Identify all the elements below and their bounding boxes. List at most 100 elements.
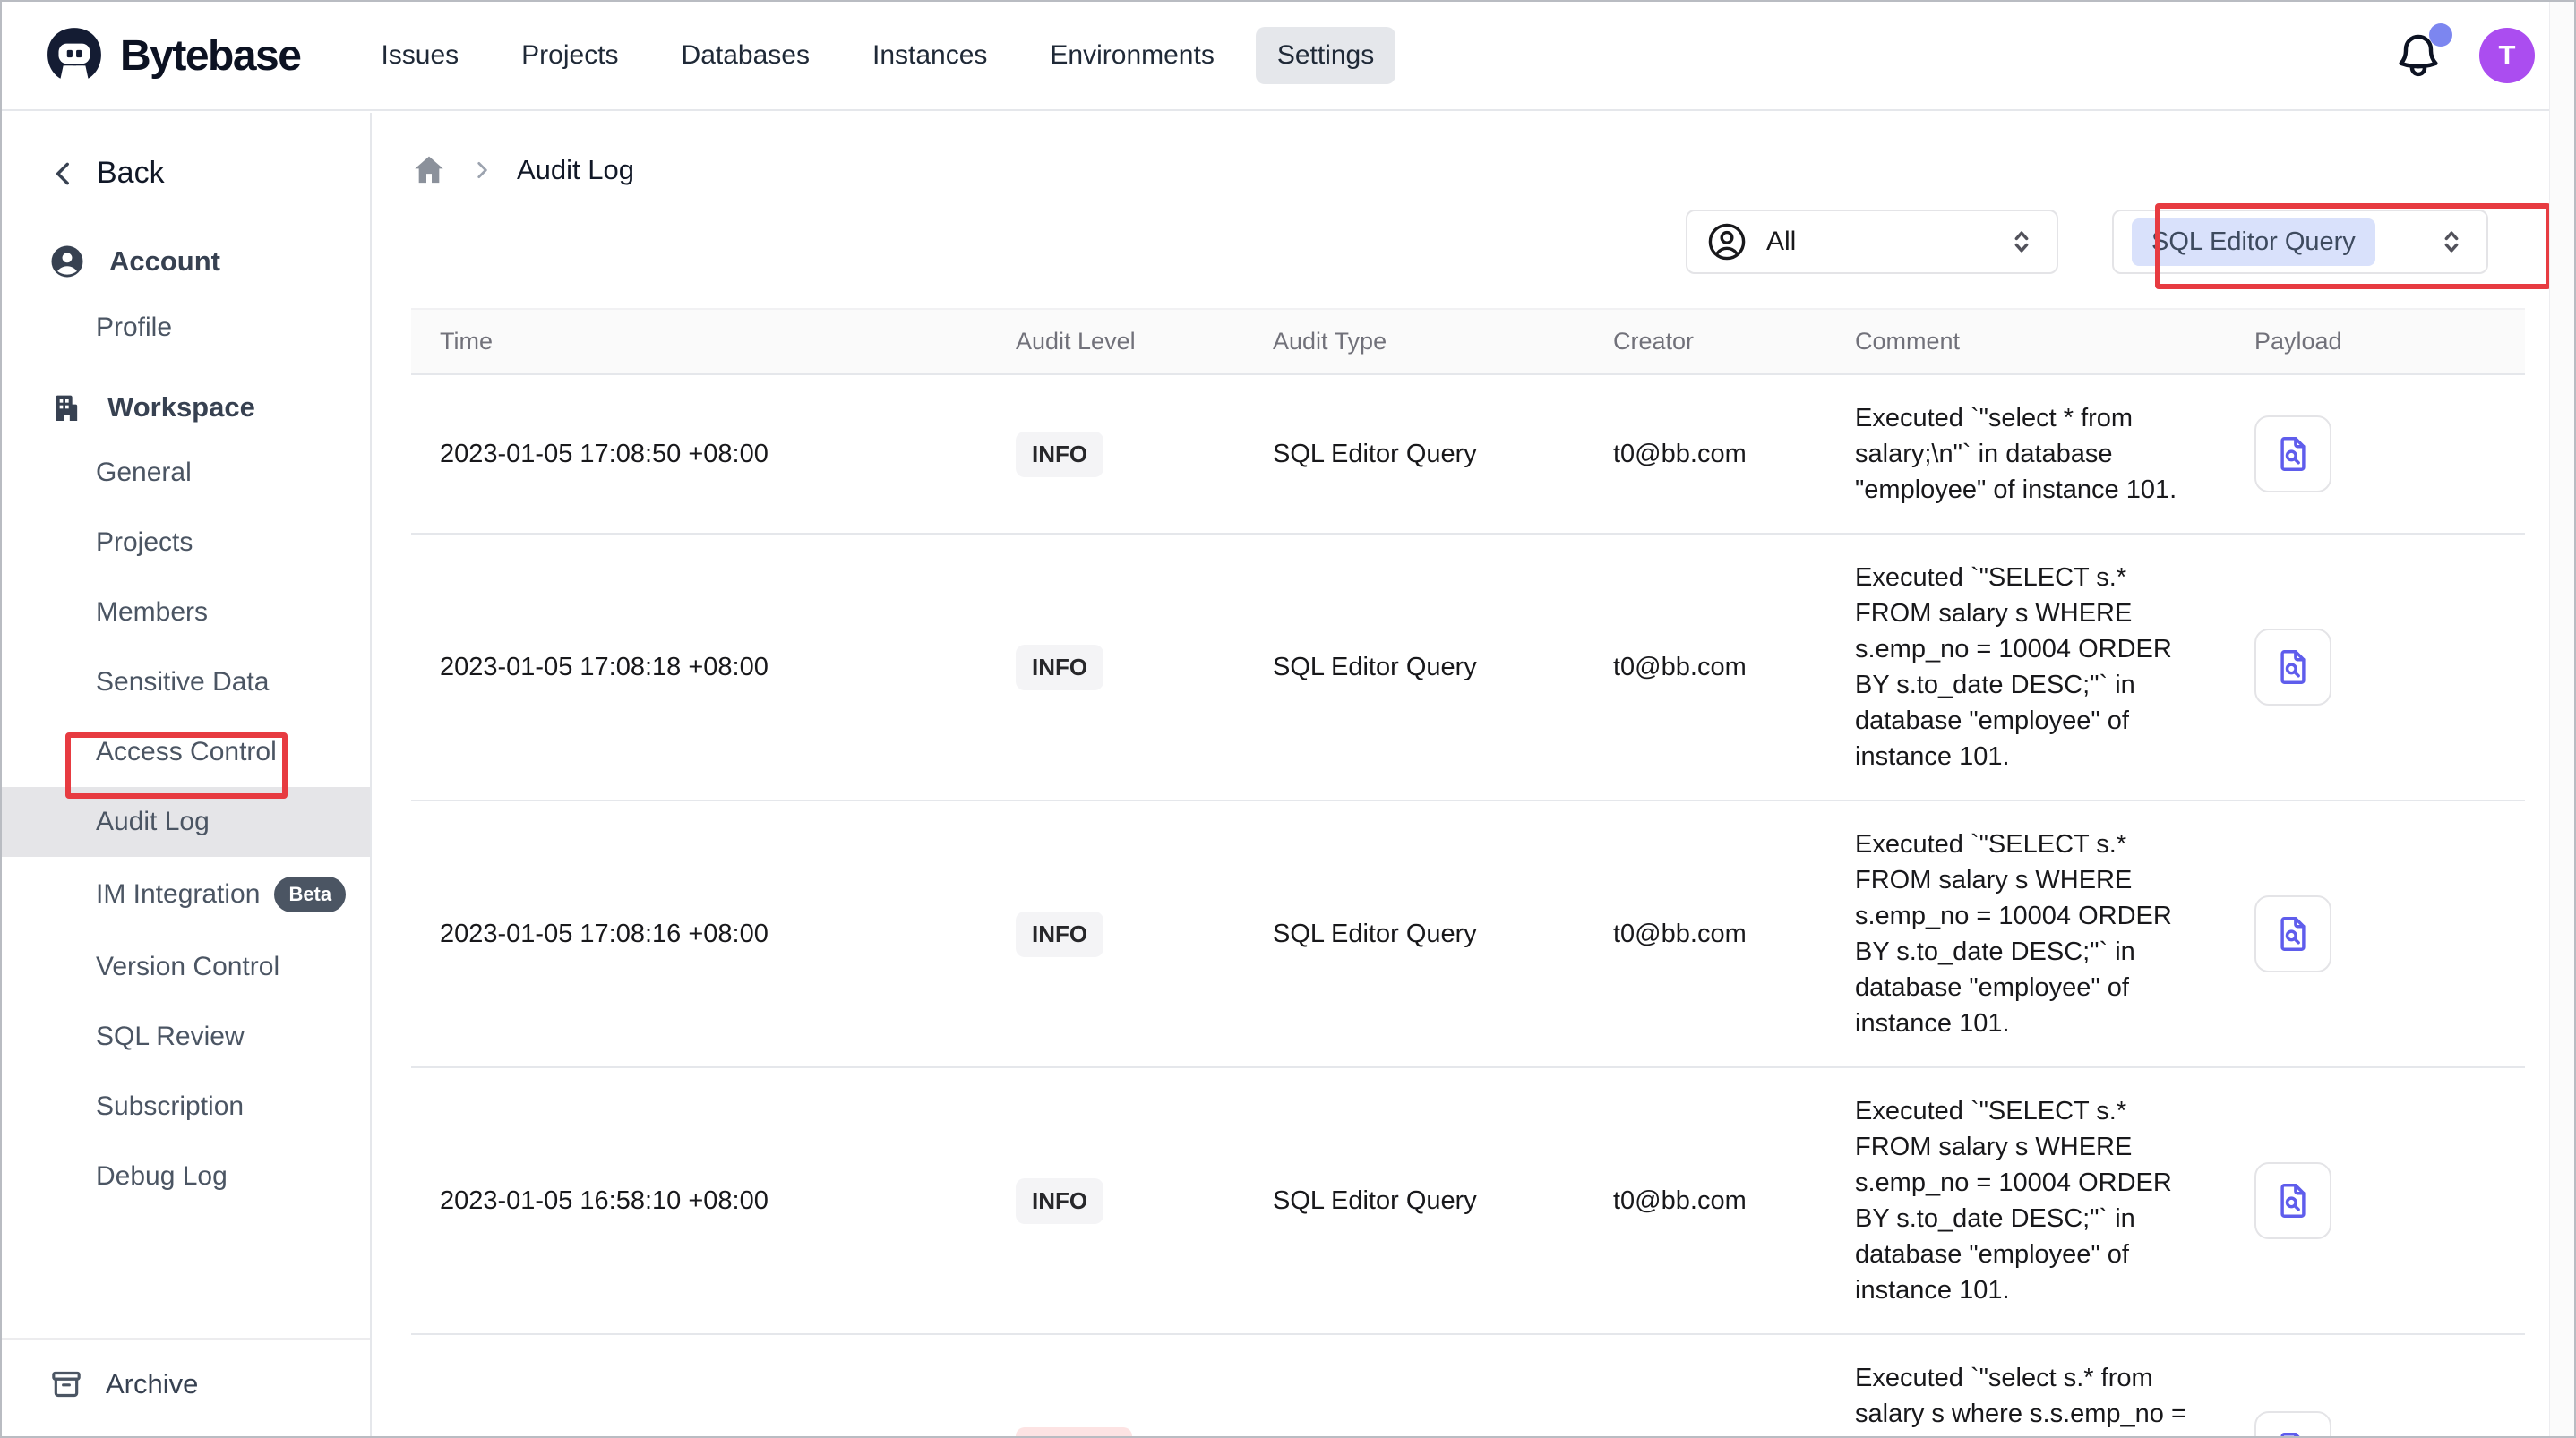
back-label: Back (97, 156, 165, 191)
column-header-creator: Creator (1584, 310, 1826, 373)
cell-audit-level: INFO (987, 1068, 1244, 1333)
sidebar-item-archive[interactable]: Archive (2, 1338, 370, 1436)
account-section-label: Account (109, 245, 220, 278)
creator-filter-select[interactable]: All (1686, 210, 2058, 274)
navbar-right: T (2393, 28, 2535, 83)
cell-creator: t0@bb.com (1584, 535, 1826, 800)
sidebar-item-label: Access Control (96, 737, 277, 767)
view-payload-button[interactable] (2254, 1411, 2331, 1438)
nav-item-settings[interactable]: Settings (1256, 27, 1395, 84)
cell-comment: Executed `"select * from salary;\n"` in … (1826, 375, 2226, 533)
table-row: 2023-01-05 16:58:10 +08:00 INFO SQL Edit… (411, 1068, 2525, 1335)
beta-badge: Beta (274, 877, 346, 912)
sidebar-item-audit-log[interactable]: Audit Log (2, 787, 370, 857)
brand-name: Bytebase (120, 31, 300, 81)
audit-log-table: Time Audit Level Audit Type Creator Comm… (411, 308, 2525, 1438)
breadcrumb-chevron-icon (470, 158, 494, 182)
sidebar-item-label: Sensitive Data (96, 667, 269, 698)
notifications-button[interactable] (2393, 30, 2443, 81)
page-scrollbar[interactable] (2549, 2, 2574, 1436)
brand[interactable]: Bytebase (45, 26, 300, 85)
table-row: 2023-01-05 17:08:50 +08:00 INFO SQL Edit… (411, 375, 2525, 535)
settings-sidebar: Back Account Profile (2, 113, 372, 1436)
sidebar-item-im-integration[interactable]: IM Integration Beta (2, 857, 370, 932)
cell-comment: Executed `"SELECT s.* FROM salary s WHER… (1826, 535, 2226, 800)
level-badge: INFO (1016, 645, 1103, 690)
workspace-section-header: Workspace (2, 389, 370, 425)
sidebar-item-label: Projects (96, 527, 193, 558)
nav-item-projects[interactable]: Projects (500, 27, 640, 84)
level-badge: ERROR (1016, 1427, 1132, 1438)
nav-item-environments[interactable]: Environments (1028, 27, 1235, 84)
sidebar-item-sql-review[interactable]: SQL Review (2, 1002, 370, 1072)
view-payload-button[interactable] (2254, 895, 2331, 972)
table-header-row: Time Audit Level Audit Type Creator Comm… (411, 308, 2525, 375)
cell-audit-type: SQL Editor Query (1244, 535, 1584, 800)
cell-comment: Executed `"select s.* from salary s wher… (1826, 1335, 2226, 1438)
user-circle-icon (1705, 220, 1748, 263)
table-row: 2023-01-05 16:56:57 +08:00 ERROR SQL Edi… (411, 1335, 2525, 1438)
back-button[interactable]: Back (2, 113, 370, 191)
table-row: 2023-01-05 17:08:18 +08:00 INFO SQL Edit… (411, 535, 2525, 801)
cell-payload (2226, 1068, 2525, 1333)
sidebar-item-debug-log[interactable]: Debug Log (2, 1142, 370, 1211)
breadcrumb: Audit Log (374, 113, 2574, 188)
user-icon (48, 243, 86, 280)
level-badge: INFO (1016, 1178, 1103, 1224)
avatar[interactable]: T (2479, 28, 2535, 83)
sidebar-item-projects[interactable]: Projects (2, 508, 370, 578)
cell-time: 2023-01-05 17:08:50 +08:00 (411, 375, 987, 533)
cell-time: 2023-01-05 16:58:10 +08:00 (411, 1068, 987, 1333)
cell-time: 2023-01-05 16:56:57 +08:00 (411, 1335, 987, 1438)
cell-creator: t0@bb.com (1584, 1068, 1826, 1333)
sidebar-item-members[interactable]: Members (2, 578, 370, 647)
audit-type-filter-select[interactable]: SQL Editor Query (2112, 210, 2488, 274)
sidebar-item-subscription[interactable]: Subscription (2, 1072, 370, 1142)
file-search-icon (2272, 913, 2314, 954)
cell-time: 2023-01-05 17:08:18 +08:00 (411, 535, 987, 800)
cell-payload (2226, 801, 2525, 1066)
unread-dot (2429, 23, 2452, 47)
bytebase-app-window: Bytebase Issues Projects Databases Insta… (0, 0, 2576, 1438)
audit-type-filter-value: SQL Editor Query (2132, 218, 2375, 266)
sidebar-item-label: SQL Review (96, 1022, 245, 1052)
workspace-section-label: Workspace (107, 391, 255, 424)
file-search-icon (2272, 433, 2314, 475)
column-header-audit-type: Audit Type (1244, 310, 1584, 373)
column-header-audit-level: Audit Level (987, 310, 1244, 373)
creator-filter-value: All (1766, 227, 2006, 257)
sidebar-item-label: Audit Log (96, 807, 210, 837)
cell-payload (2226, 535, 2525, 800)
view-payload-button[interactable] (2254, 629, 2331, 706)
sidebar-item-label: General (96, 458, 192, 488)
sidebar-item-label: Subscription (96, 1091, 244, 1122)
view-payload-button[interactable] (2254, 1162, 2331, 1239)
nav-item-databases[interactable]: Databases (660, 27, 831, 84)
sidebar-item-label: IM Integration (96, 879, 260, 910)
sidebar-item-general[interactable]: General (2, 438, 370, 508)
sidebar-item-label: Profile (96, 312, 172, 343)
filters-bar: All SQL Editor Query (1686, 210, 2488, 274)
column-header-comment: Comment (1826, 310, 2226, 373)
cell-creator: t0@bb.com (1584, 375, 1826, 533)
sidebar-item-access-control[interactable]: Access Control (2, 717, 370, 787)
cell-audit-level: ERROR (987, 1335, 1244, 1438)
level-badge: INFO (1016, 912, 1103, 957)
view-payload-button[interactable] (2254, 415, 2331, 492)
chevron-up-down-icon (2006, 227, 2037, 257)
archive-icon (48, 1366, 84, 1402)
sidebar-item-profile[interactable]: Profile (2, 293, 370, 363)
file-search-icon (2272, 1180, 2314, 1221)
cell-payload (2226, 375, 2525, 533)
sidebar-item-label: Members (96, 597, 208, 628)
breadcrumb-current: Audit Log (517, 154, 634, 186)
sidebar-item-sensitive-data[interactable]: Sensitive Data (2, 647, 370, 717)
sidebar-item-version-control[interactable]: Version Control (2, 932, 370, 1002)
nav-item-instances[interactable]: Instances (851, 27, 1009, 84)
nav-item-issues[interactable]: Issues (359, 27, 480, 84)
cell-audit-level: INFO (987, 375, 1244, 533)
home-icon[interactable] (411, 152, 447, 188)
table-body: 2023-01-05 17:08:50 +08:00 INFO SQL Edit… (411, 375, 2525, 1438)
cell-time: 2023-01-05 17:08:16 +08:00 (411, 801, 987, 1066)
cell-creator: t0@bb.com (1584, 1335, 1826, 1438)
